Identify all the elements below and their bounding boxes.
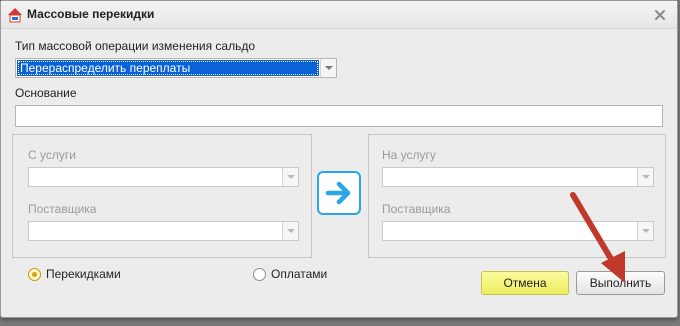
basis-label: Основание — [15, 86, 77, 100]
mode-radio-payments-label: Оплатами — [271, 267, 328, 281]
radio-checked-icon[interactable] — [28, 267, 41, 281]
to-supplier-value — [384, 223, 636, 239]
mass-transfers-dialog: Массовые перекидки Тип массовой операции… — [0, 0, 678, 318]
dialog-title: Массовые перекидки — [27, 7, 155, 21]
from-service-select[interactable] — [28, 167, 299, 187]
to-supplier-label: Поставщика — [382, 202, 451, 216]
from-service-value — [30, 169, 281, 185]
from-service-label: С услуги — [28, 148, 76, 162]
cancel-button[interactable]: Отмена — [481, 271, 569, 295]
from-supplier-label: Поставщика — [28, 202, 97, 216]
mode-radio-transfers-label: Перекидками — [46, 267, 121, 281]
from-panel: С услуги Поставщика — [12, 134, 312, 258]
chevron-down-icon[interactable] — [320, 59, 336, 77]
mode-radio-payments[interactable]: Оплатами — [253, 267, 327, 281]
operation-type-select[interactable]: Перераспределить переплаты — [15, 58, 337, 78]
to-supplier-select[interactable] — [382, 221, 654, 241]
to-service-select[interactable] — [382, 167, 654, 187]
to-service-value — [384, 169, 636, 185]
chevron-down-icon[interactable] — [637, 222, 653, 240]
chevron-down-icon[interactable] — [282, 168, 298, 186]
basis-input[interactable] — [15, 105, 663, 127]
to-panel: На услугу Поставщика — [368, 134, 666, 258]
to-service-label: На услугу — [382, 148, 436, 162]
mode-radio-transfers[interactable]: Перекидками — [28, 267, 121, 281]
transfer-arrow-button[interactable] — [317, 171, 361, 215]
title-bar: Массовые перекидки — [1, 1, 677, 29]
operation-type-value: Перераспределить переплаты — [17, 60, 319, 76]
app-logo-icon — [8, 8, 22, 23]
arrow-right-icon — [325, 181, 351, 205]
from-supplier-value — [30, 223, 281, 239]
chevron-down-icon[interactable] — [282, 222, 298, 240]
chevron-down-icon[interactable] — [637, 168, 653, 186]
radio-unchecked-icon[interactable] — [253, 267, 266, 281]
run-button[interactable]: Выполнить — [576, 271, 665, 295]
from-supplier-select[interactable] — [28, 221, 299, 241]
close-icon[interactable] — [653, 8, 667, 22]
operation-type-label: Тип массовой операции изменения сальдо — [15, 39, 256, 53]
